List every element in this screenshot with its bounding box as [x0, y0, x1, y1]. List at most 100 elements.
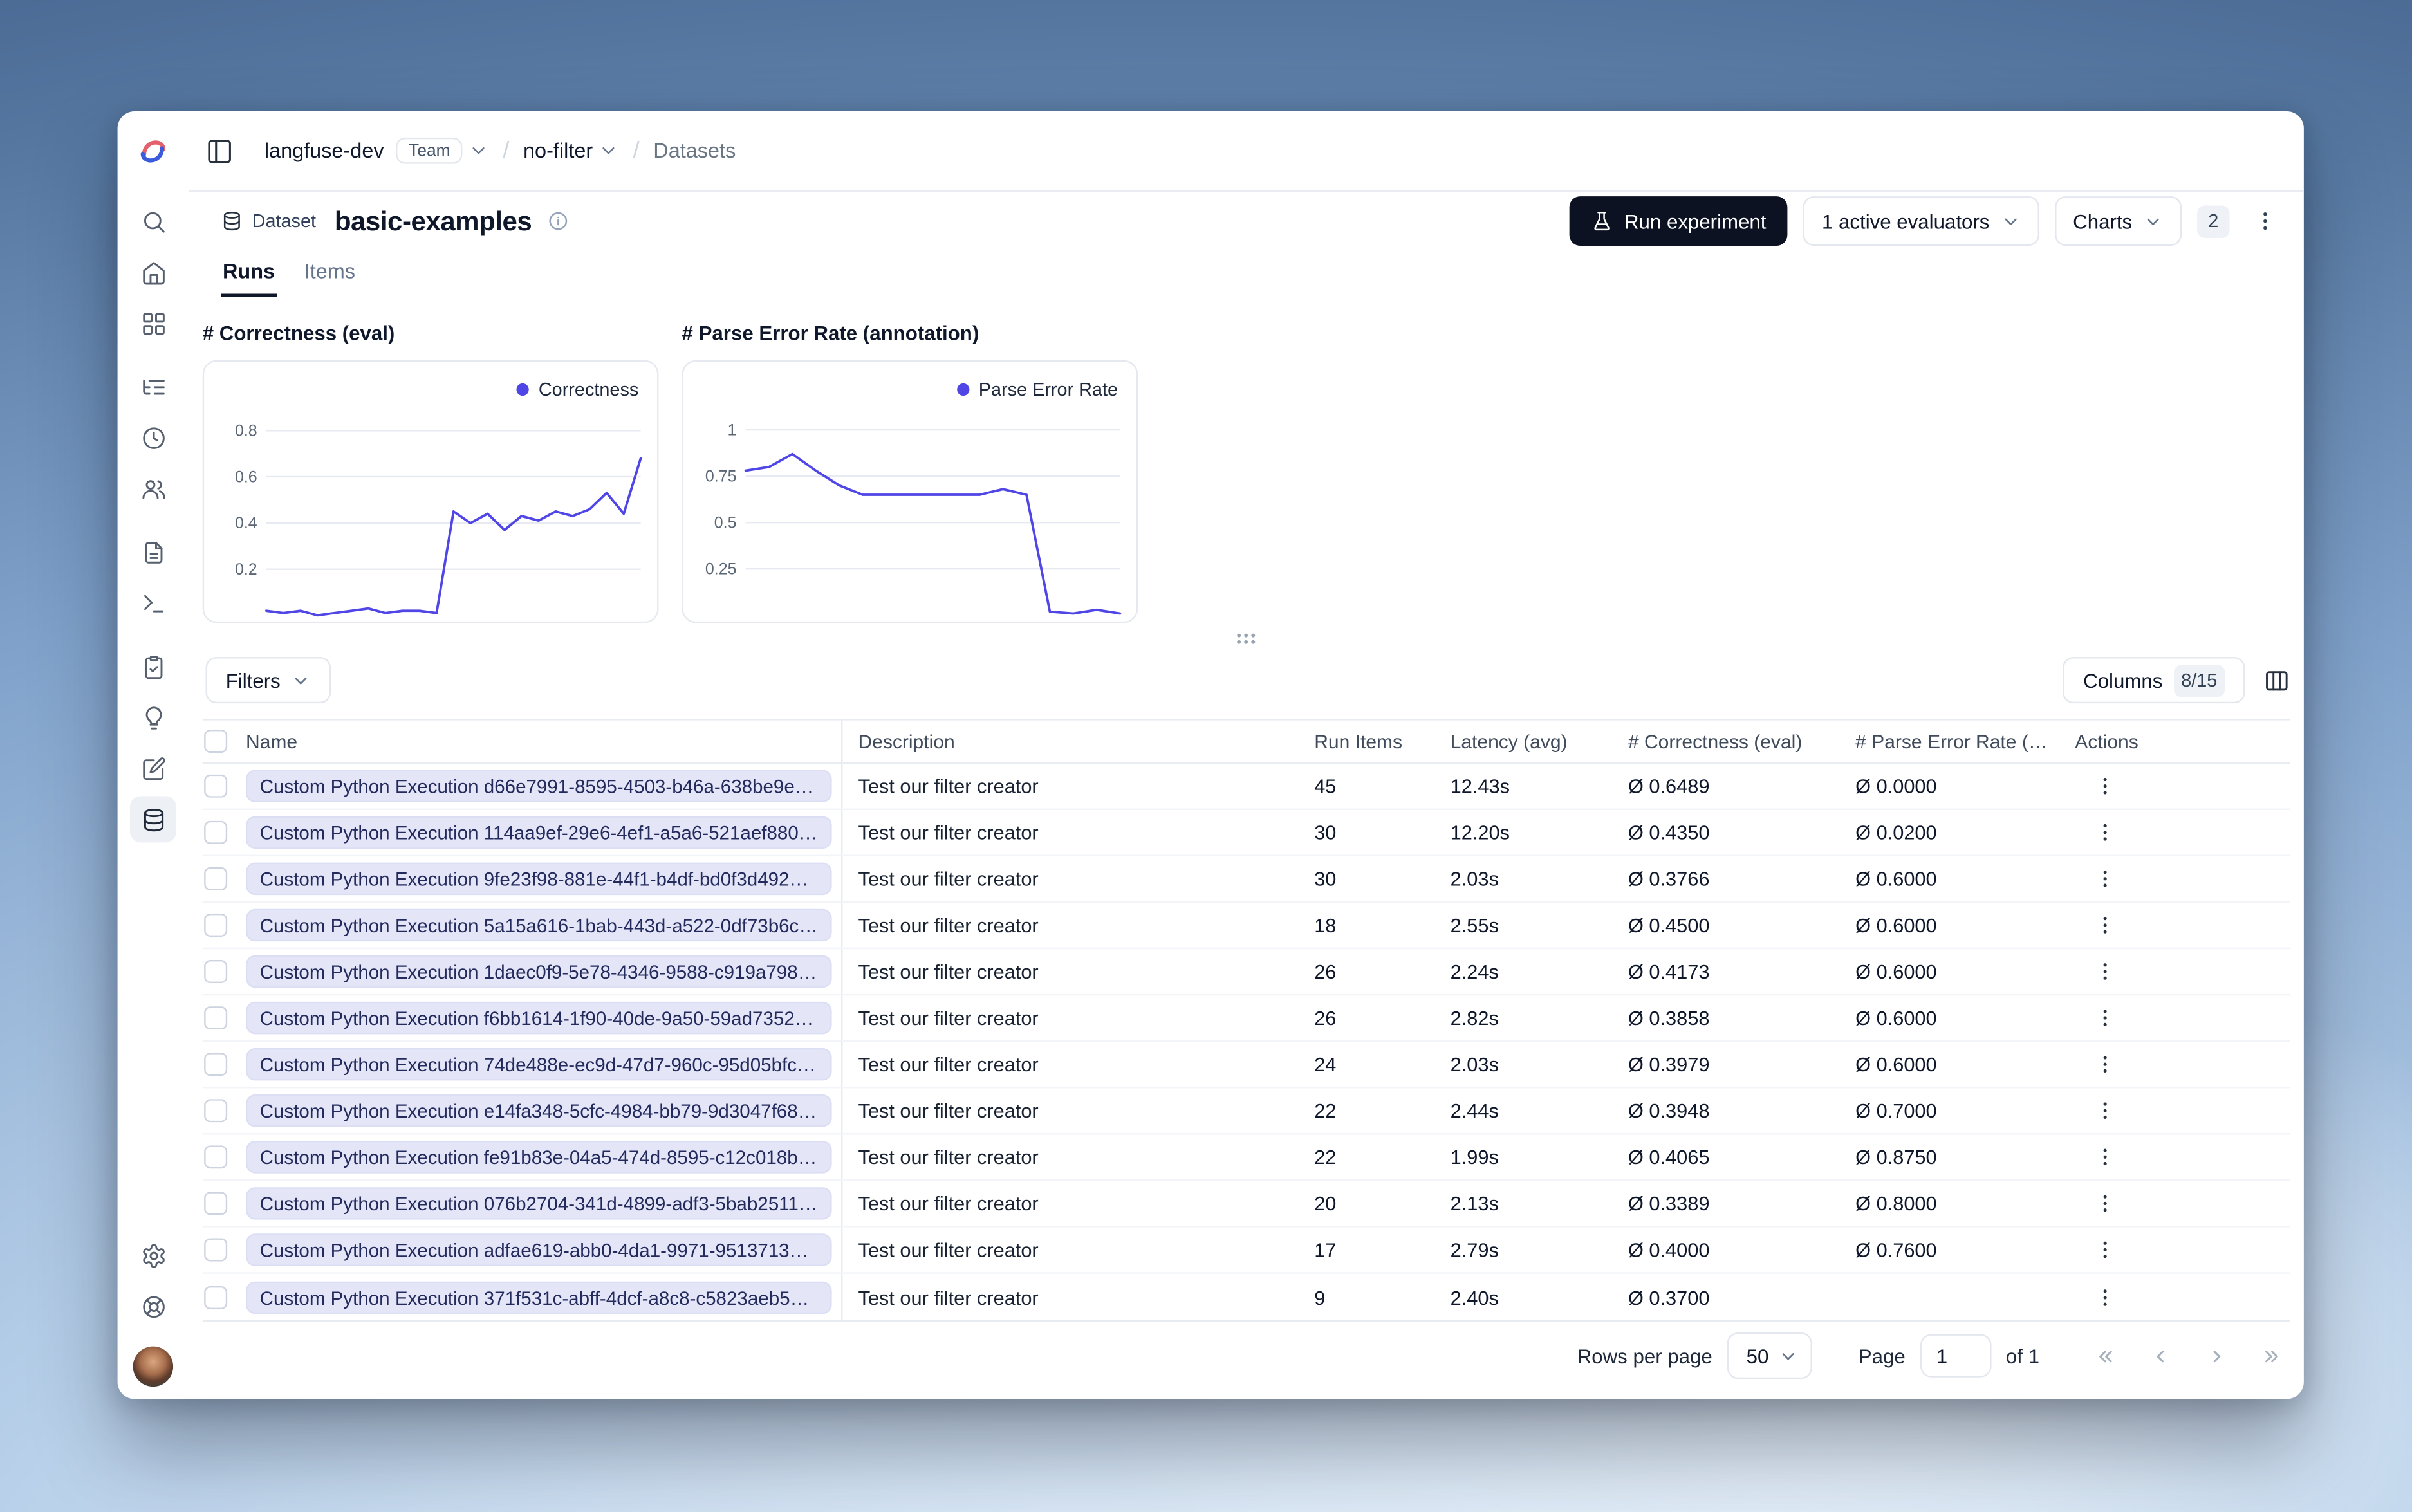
row-actions-menu[interactable]	[2088, 769, 2122, 803]
column-header-run-items[interactable]: Run Items	[1299, 730, 1434, 752]
breadcrumb-org[interactable]: langfuse-dev	[264, 139, 384, 162]
row-checkbox[interactable]	[204, 1099, 228, 1123]
row-checkbox[interactable]	[204, 913, 228, 937]
run-name-badge[interactable]: Custom Python Execution 114aa9ef-29e6-4e…	[246, 816, 832, 849]
table-row[interactable]: Custom Python Execution adfae619-abb0-4d…	[202, 1227, 2290, 1274]
next-page-button[interactable]	[2197, 1337, 2234, 1374]
dataset-actions-menu[interactable]	[2245, 201, 2285, 241]
last-page-button[interactable]	[2253, 1337, 2290, 1374]
user-avatar[interactable]	[133, 1346, 174, 1387]
table-row[interactable]: Custom Python Execution 114aa9ef-29e6-4e…	[202, 809, 2290, 857]
chevron-down-icon[interactable]	[469, 141, 489, 161]
charts-dropdown[interactable]: Charts	[2054, 196, 2182, 246]
run-name-badge[interactable]: Custom Python Execution e14fa348-5cfc-49…	[246, 1094, 832, 1127]
breadcrumb-project[interactable]: no-filter	[523, 139, 593, 162]
chevron-down-icon[interactable]	[599, 141, 619, 161]
row-checkbox[interactable]	[204, 960, 228, 984]
run-name-badge[interactable]: Custom Python Execution fe91b83e-04a5-47…	[246, 1141, 832, 1174]
kebab-menu-icon	[2102, 1102, 2106, 1120]
table-row[interactable]: Custom Python Execution f6bb1614-1f90-40…	[202, 995, 2290, 1042]
select-all-checkbox[interactable]	[204, 730, 228, 753]
run-items-count: 24	[1314, 1053, 1337, 1076]
run-experiment-button[interactable]: Run experiment	[1568, 196, 1788, 246]
row-actions-menu[interactable]	[2088, 1186, 2122, 1221]
row-checkbox[interactable]	[204, 1285, 228, 1309]
header-actions: Run experiment 1 active evaluators Chart…	[1568, 196, 2285, 246]
first-page-button[interactable]	[2086, 1337, 2123, 1374]
table-row[interactable]: Custom Python Execution 1daec0f9-5e78-43…	[202, 949, 2290, 996]
column-header-correctness[interactable]: # Correctness (eval)	[1613, 730, 1840, 752]
row-actions-menu[interactable]	[2088, 955, 2122, 989]
drag-handle-icon[interactable]	[1235, 632, 1257, 645]
filters-button[interactable]: Filters	[205, 657, 332, 704]
table-row[interactable]: Custom Python Execution 076b2704-341d-48…	[202, 1181, 2290, 1228]
row-actions-menu[interactable]	[2088, 1280, 2122, 1314]
table-row[interactable]: Custom Python Execution fe91b83e-04a5-47…	[202, 1134, 2290, 1181]
run-name-badge[interactable]: Custom Python Execution 076b2704-341d-48…	[246, 1187, 832, 1220]
row-height-button[interactable]	[2263, 667, 2290, 694]
previous-page-button[interactable]	[2142, 1337, 2179, 1374]
table-row[interactable]: Custom Python Execution 9fe23f98-881e-44…	[202, 856, 2290, 903]
row-checkbox[interactable]	[204, 1006, 228, 1030]
sidebar-item-users[interactable]	[130, 465, 176, 512]
sidebar-item-datasets[interactable]	[129, 796, 176, 843]
row-checkbox[interactable]	[204, 1192, 228, 1215]
sidebar-item-sessions[interactable]	[130, 414, 176, 461]
run-name-badge[interactable]: Custom Python Execution 74de488e-ec9d-47…	[246, 1047, 832, 1081]
langfuse-logo[interactable]	[138, 134, 169, 169]
sidebar-item-evaluation[interactable]	[130, 643, 176, 689]
chevron-down-icon	[2147, 217, 2159, 225]
row-checkbox[interactable]	[204, 1145, 228, 1169]
table-row[interactable]: Custom Python Execution 371f531c-abff-4d…	[203, 1273, 2290, 1320]
sidebar-item-annotation[interactable]	[130, 745, 176, 791]
run-name-badge[interactable]: Custom Python Execution 371f531c-abff-4d…	[246, 1280, 832, 1314]
table-row[interactable]: Custom Python Execution 5a15a616-1bab-44…	[202, 903, 2290, 950]
evaluators-dropdown[interactable]: 1 active evaluators	[1803, 196, 2039, 246]
sidebar-item-tracing[interactable]	[130, 364, 176, 410]
run-name-badge[interactable]: Custom Python Execution f6bb1614-1f90-40…	[246, 1001, 832, 1035]
row-checkbox[interactable]	[204, 1238, 228, 1262]
row-actions-menu[interactable]	[2088, 1233, 2122, 1267]
tab-runs[interactable]: Runs	[221, 257, 277, 297]
column-header-latency[interactable]: Latency (avg)	[1435, 730, 1613, 752]
column-header-name[interactable]: Name	[243, 720, 843, 762]
sidebar-item-playground[interactable]	[130, 580, 176, 626]
row-actions-menu[interactable]	[2088, 1001, 2122, 1035]
run-name-badge[interactable]: Custom Python Execution 9fe23f98-881e-44…	[246, 862, 832, 896]
column-header-description[interactable]: Description	[842, 730, 1299, 752]
row-actions-menu[interactable]	[2088, 815, 2122, 849]
columns-button[interactable]: Columns 8/15	[2063, 657, 2245, 704]
tab-items[interactable]: Items	[302, 257, 357, 297]
row-checkbox[interactable]	[204, 774, 228, 798]
sidebar-item-dashboard[interactable]	[130, 300, 176, 346]
table-row[interactable]: Custom Python Execution 74de488e-ec9d-47…	[202, 1042, 2290, 1089]
row-actions-menu[interactable]	[2088, 1047, 2122, 1082]
sidebar-item-search[interactable]	[130, 198, 176, 244]
row-checkbox[interactable]	[204, 820, 228, 844]
run-name-badge[interactable]: Custom Python Execution d66e7991-8595-45…	[246, 770, 832, 802]
run-name-badge[interactable]: Custom Python Execution 1daec0f9-5e78-43…	[246, 955, 832, 988]
column-header-parse-error-rate[interactable]: # Parse Error Rate (an...	[1840, 730, 2066, 752]
run-name-badge[interactable]: Custom Python Execution adfae619-abb0-4d…	[246, 1233, 832, 1266]
row-actions-menu[interactable]	[2088, 1140, 2122, 1174]
row-actions-menu[interactable]	[2088, 1094, 2122, 1128]
sidebar-item-prompts[interactable]	[130, 529, 176, 575]
run-name-badge[interactable]: Custom Python Execution 5a15a616-1bab-44…	[246, 908, 832, 942]
table-row[interactable]: Custom Python Execution d66e7991-8595-45…	[202, 763, 2290, 810]
breadcrumb-section[interactable]: Datasets	[653, 139, 736, 162]
rows-per-page-select[interactable]: 50	[1727, 1332, 1812, 1379]
breadcrumb-separator: /	[633, 137, 640, 164]
sidebar-toggle-button[interactable]	[206, 137, 234, 165]
row-checkbox[interactable]	[204, 1053, 228, 1076]
table-row[interactable]: Custom Python Execution e14fa348-5cfc-49…	[202, 1088, 2290, 1135]
sidebar-item-insights[interactable]	[130, 694, 176, 741]
info-icon[interactable]	[547, 210, 569, 232]
kebab-menu-icon	[2102, 1289, 2106, 1305]
row-actions-menu[interactable]	[2088, 908, 2122, 943]
sidebar-item-settings[interactable]	[130, 1232, 176, 1278]
row-actions-menu[interactable]	[2088, 862, 2122, 896]
sidebar-item-home[interactable]	[130, 249, 176, 295]
sidebar-item-support[interactable]	[130, 1283, 176, 1329]
row-checkbox[interactable]	[204, 867, 228, 890]
page-number-input[interactable]	[1920, 1334, 1992, 1378]
